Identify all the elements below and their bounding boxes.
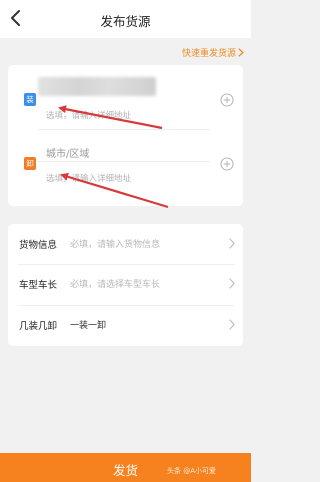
unloading-detail-input[interactable]: 选填，请输入详细地址 [46, 172, 131, 184]
vehicle-type-label: 车型车长 [19, 280, 58, 291]
watermark: 头条 @A小可爱 [167, 467, 217, 475]
vehicle-type-value: 必填，请选择车型车长 [70, 280, 161, 290]
vehicle-type-row[interactable]: 车型车长 必填，请选择车型车长 [8, 264, 243, 304]
divider [38, 129, 210, 130]
nav-bar: 发布货源 [0, 0, 251, 38]
chevron-right-icon [229, 238, 235, 249]
chevron-right-icon [238, 48, 244, 57]
goods-form-card: 货物信息 必填，请输入货物信息 车型车长 必填，请选择车型车长 几装几卸 一装一… [8, 224, 243, 346]
loading-detail-input[interactable]: 选填，请输入详细地址 [46, 109, 131, 121]
add-unloading-point-icon[interactable] [220, 157, 234, 171]
chevron-right-icon [229, 319, 235, 330]
unloading-city-input[interactable]: 城市/区域 [46, 145, 89, 160]
quick-republish-link[interactable]: 快速重发货源 [182, 46, 245, 59]
goods-info-row[interactable]: 货物信息 必填，请输入货物信息 [8, 224, 243, 264]
goods-info-label: 货物信息 [19, 240, 58, 251]
loading-address-blurred[interactable] [38, 77, 156, 96]
goods-info-value: 必填，请输入货物信息 [70, 240, 161, 250]
load-unload-count-value: 一装一卸 [70, 321, 107, 331]
page-title: 发布货源 [100, 14, 151, 29]
quick-republish-label: 快速重发货源 [181, 49, 236, 59]
unloading-badge: 卸 [24, 157, 36, 170]
loading-badge: 装 [24, 93, 36, 106]
add-loading-point-icon[interactable] [220, 93, 234, 107]
load-unload-count-row[interactable]: 几装几卸 一装一卸 [8, 305, 243, 345]
address-card: 装 选填，请输入详细地址 城市/区域 卸 选填，请输入详细地址 [8, 65, 243, 206]
chevron-right-icon [229, 278, 235, 289]
load-unload-count-label: 几装几卸 [19, 321, 58, 332]
divider [38, 161, 210, 162]
